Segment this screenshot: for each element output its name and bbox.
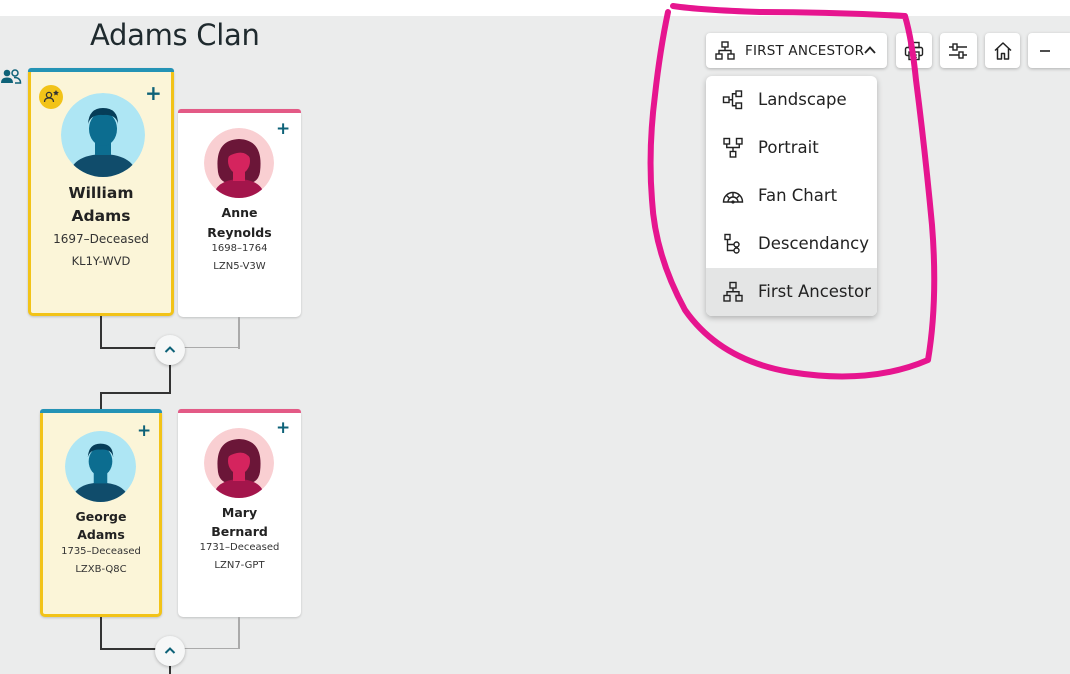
top-strip (0, 0, 1070, 16)
zoom-out-icon (1040, 50, 1050, 52)
person-last-name: Reynolds (207, 225, 272, 240)
menu-item-label: Portrait (758, 138, 819, 157)
connector-line (100, 392, 171, 394)
person-first-name: William (68, 184, 134, 202)
settings-button[interactable] (940, 33, 977, 68)
person-first-name: Mary (221, 505, 258, 520)
add-person-icon[interactable]: + (137, 421, 151, 441)
print-button[interactable] (896, 33, 932, 68)
view-mode-label: FIRST ANCESTOR (745, 43, 865, 59)
person-id: LZN7-GPT (214, 560, 265, 571)
chevron-up-icon (164, 647, 176, 654)
menu-item-descendancy[interactable]: Descendancy (706, 220, 877, 268)
fan-chart-icon (722, 191, 744, 204)
landscape-icon (722, 90, 743, 110)
menu-item-label: Landscape (758, 90, 847, 109)
first-ancestor-icon (723, 281, 743, 302)
male-avatar (61, 93, 145, 177)
collapse-branch-button[interactable] (155, 335, 185, 365)
page-title: Adams Clan (90, 18, 260, 52)
home-icon (994, 42, 1012, 60)
person-dates: 1698–1764 (211, 243, 268, 254)
menu-item-label: Fan Chart (758, 186, 838, 205)
card-topbar (40, 409, 162, 413)
person-last-name: Bernard (211, 524, 268, 539)
portrait-icon (723, 137, 743, 158)
male-avatar (65, 431, 136, 502)
first-ancestor-icon (715, 41, 735, 60)
female-avatar (204, 128, 274, 198)
person-card-george-adams[interactable]: + George Adams 1735–Deceased LZXB-Q8C (40, 409, 162, 617)
collapse-branch-button[interactable] (155, 636, 185, 666)
menu-item-fan-chart[interactable]: Fan Chart (706, 172, 877, 220)
person-first-name: George (75, 509, 127, 524)
menu-item-first-ancestor[interactable]: First Ancestor (706, 268, 877, 316)
card-topbar (178, 409, 301, 413)
menu-item-label: Descendancy (758, 234, 870, 253)
menu-item-label: First Ancestor (758, 282, 871, 301)
first-ancestor-badge (39, 85, 63, 109)
connector-line (100, 392, 102, 410)
person-id: LZN5-V3W (213, 261, 266, 272)
add-person-icon[interactable]: + (276, 119, 290, 139)
person-card-mary-bernard[interactable]: + Mary Bernard 1731–Deceased LZN7-GPT (178, 409, 301, 617)
connector-line (100, 316, 102, 349)
connector-line (238, 317, 240, 349)
person-id: KL1Y-WVD (71, 254, 131, 268)
female-avatar (204, 428, 274, 498)
person-last-name: Adams (71, 207, 131, 225)
person-dates: 1735–Deceased (61, 546, 141, 557)
chevron-up-icon (164, 346, 176, 353)
card-topbar (28, 68, 174, 72)
print-icon (904, 41, 924, 61)
person-first-name: Anne (221, 205, 258, 220)
person-card-william-adams[interactable]: + William Adams 1697–Deceased KL1Y-WVD (28, 68, 174, 316)
zoom-out-button[interactable] (1028, 33, 1070, 68)
view-mode-select[interactable]: FIRST ANCESTOR (706, 33, 887, 68)
person-card-anne-reynolds[interactable]: + Anne Reynolds 1698–1764 LZN5-V3W (178, 109, 301, 317)
view-mode-menu: Landscape Portrait Fan Chart Descendancy (706, 76, 877, 316)
person-id: LZXB-Q8C (75, 564, 127, 575)
chevron-up-icon (864, 46, 876, 54)
menu-item-landscape[interactable]: Landscape (706, 76, 877, 124)
menu-item-portrait[interactable]: Portrait (706, 124, 877, 172)
person-last-name: Adams (77, 527, 125, 542)
connector-line (238, 617, 240, 649)
add-person-icon[interactable]: + (145, 83, 162, 103)
star-person-icon (43, 90, 59, 103)
home-button[interactable] (985, 33, 1020, 68)
add-person-icon[interactable]: + (276, 418, 290, 438)
person-dates: 1697–Deceased (53, 232, 149, 246)
descendancy-icon (724, 233, 740, 254)
person-dates: 1731–Deceased (199, 542, 280, 553)
people-icon[interactable] (0, 68, 22, 88)
settings-sliders-icon (949, 43, 967, 59)
connector-line (100, 617, 102, 650)
card-topbar (178, 109, 301, 113)
